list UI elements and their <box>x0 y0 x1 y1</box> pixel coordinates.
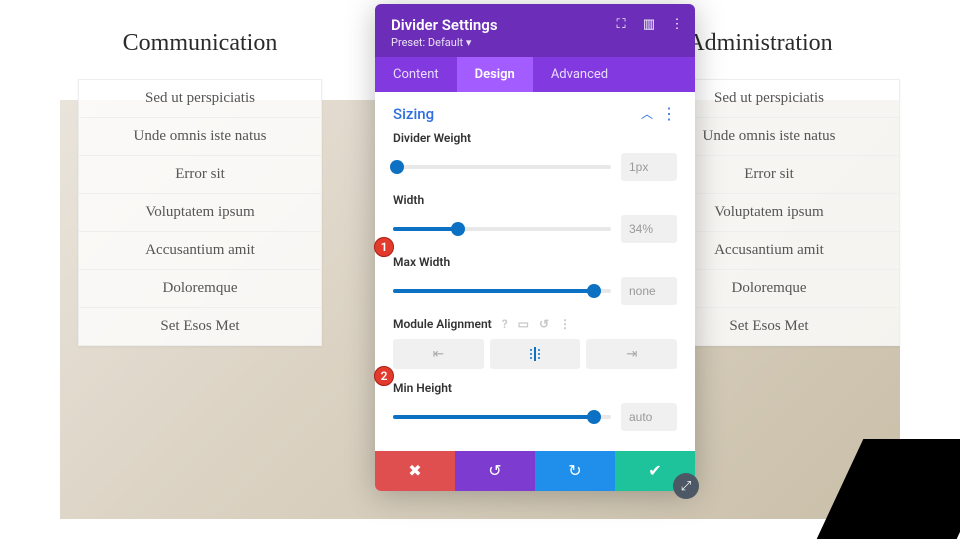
cancel-button[interactable]: ✖ <box>375 451 455 491</box>
align-right-button[interactable]: ⇥ <box>586 339 677 369</box>
callout-badge-2: 2 <box>374 366 394 386</box>
tab-content[interactable]: Content <box>375 57 457 92</box>
field-max-width: Max Width <box>393 255 677 305</box>
expand-icon[interactable]: ⛶ <box>613 16 629 32</box>
field-label: Max Width <box>393 255 677 269</box>
preset-dropdown[interactable]: Preset: Default ▾ <box>391 36 679 49</box>
responsive-icon[interactable]: ▭ <box>518 317 529 331</box>
field-label: Min Height <box>393 381 677 395</box>
minheight-input[interactable] <box>621 403 677 431</box>
tab-design[interactable]: Design <box>457 57 533 92</box>
modal-tabs: Content Design Advanced <box>375 57 695 92</box>
minheight-slider[interactable] <box>393 415 611 419</box>
list-item[interactable]: Accusantium amit <box>79 231 321 269</box>
list-item[interactable]: Doloremque <box>79 269 321 307</box>
width-slider[interactable] <box>393 227 611 231</box>
help-icon[interactable]: ? <box>502 317 508 331</box>
field-module-alignment: Module Alignment ? ▭ ↺ ⋮ ⇤ ⇥ <box>393 317 677 369</box>
field-label: Width <box>393 193 677 207</box>
width-input[interactable] <box>621 215 677 243</box>
list-item[interactable]: Sed ut perspiciatis <box>79 80 321 117</box>
maxwidth-slider[interactable] <box>393 289 611 293</box>
tab-advanced[interactable]: Advanced <box>533 57 626 92</box>
redo-button[interactable]: ↻ <box>535 451 615 491</box>
column-communication: Communication Sed ut perspiciatis Unde o… <box>60 30 340 519</box>
list-item[interactable]: Unde omnis iste natus <box>79 117 321 155</box>
maxwidth-input[interactable] <box>621 277 677 305</box>
more-icon[interactable]: ⋮ <box>669 16 685 32</box>
list-item[interactable]: Error sit <box>79 155 321 193</box>
modal-footer: ✖ ↺ ↻ ✔ <box>375 451 695 491</box>
callout-badge-1: 1 <box>374 237 394 257</box>
field-label: Module Alignment <box>393 317 492 331</box>
modal-header[interactable]: Divider Settings Preset: Default ▾ ⛶ ▥ ⋮ <box>375 4 695 57</box>
align-center-button[interactable] <box>490 339 581 369</box>
weight-input[interactable] <box>621 153 677 181</box>
grid-icon[interactable]: ▥ <box>641 16 657 32</box>
field-width: Width <box>393 193 677 243</box>
weight-slider[interactable] <box>393 165 611 169</box>
sizing-section: Sizing ︿ ⋮ Divider Weight Width <box>375 92 695 451</box>
field-menu-icon[interactable]: ⋮ <box>559 317 571 331</box>
list-item[interactable]: Voluptatem ipsum <box>79 193 321 231</box>
alignment-segmented: ⇤ ⇥ <box>393 339 677 369</box>
align-left-button[interactable]: ⇤ <box>393 339 484 369</box>
collapse-icon[interactable]: ︿ <box>641 105 653 122</box>
list-item[interactable]: Set Esos Met <box>79 307 321 345</box>
field-label: Divider Weight <box>393 131 677 145</box>
field-min-height: Min Height <box>393 381 677 431</box>
undo-icon[interactable]: ↺ <box>539 317 549 331</box>
divider-settings-modal: Divider Settings Preset: Default ▾ ⛶ ▥ ⋮… <box>375 4 695 491</box>
list-card: Sed ut perspiciatis Unde omnis iste natu… <box>78 79 322 346</box>
section-title[interactable]: Sizing <box>393 105 434 123</box>
column-title: Communication <box>60 30 340 57</box>
section-menu-icon[interactable]: ⋮ <box>661 104 677 123</box>
resize-handle[interactable]: ⤢ <box>673 473 699 499</box>
undo-button[interactable]: ↺ <box>455 451 535 491</box>
field-divider-weight: Divider Weight <box>393 131 677 181</box>
